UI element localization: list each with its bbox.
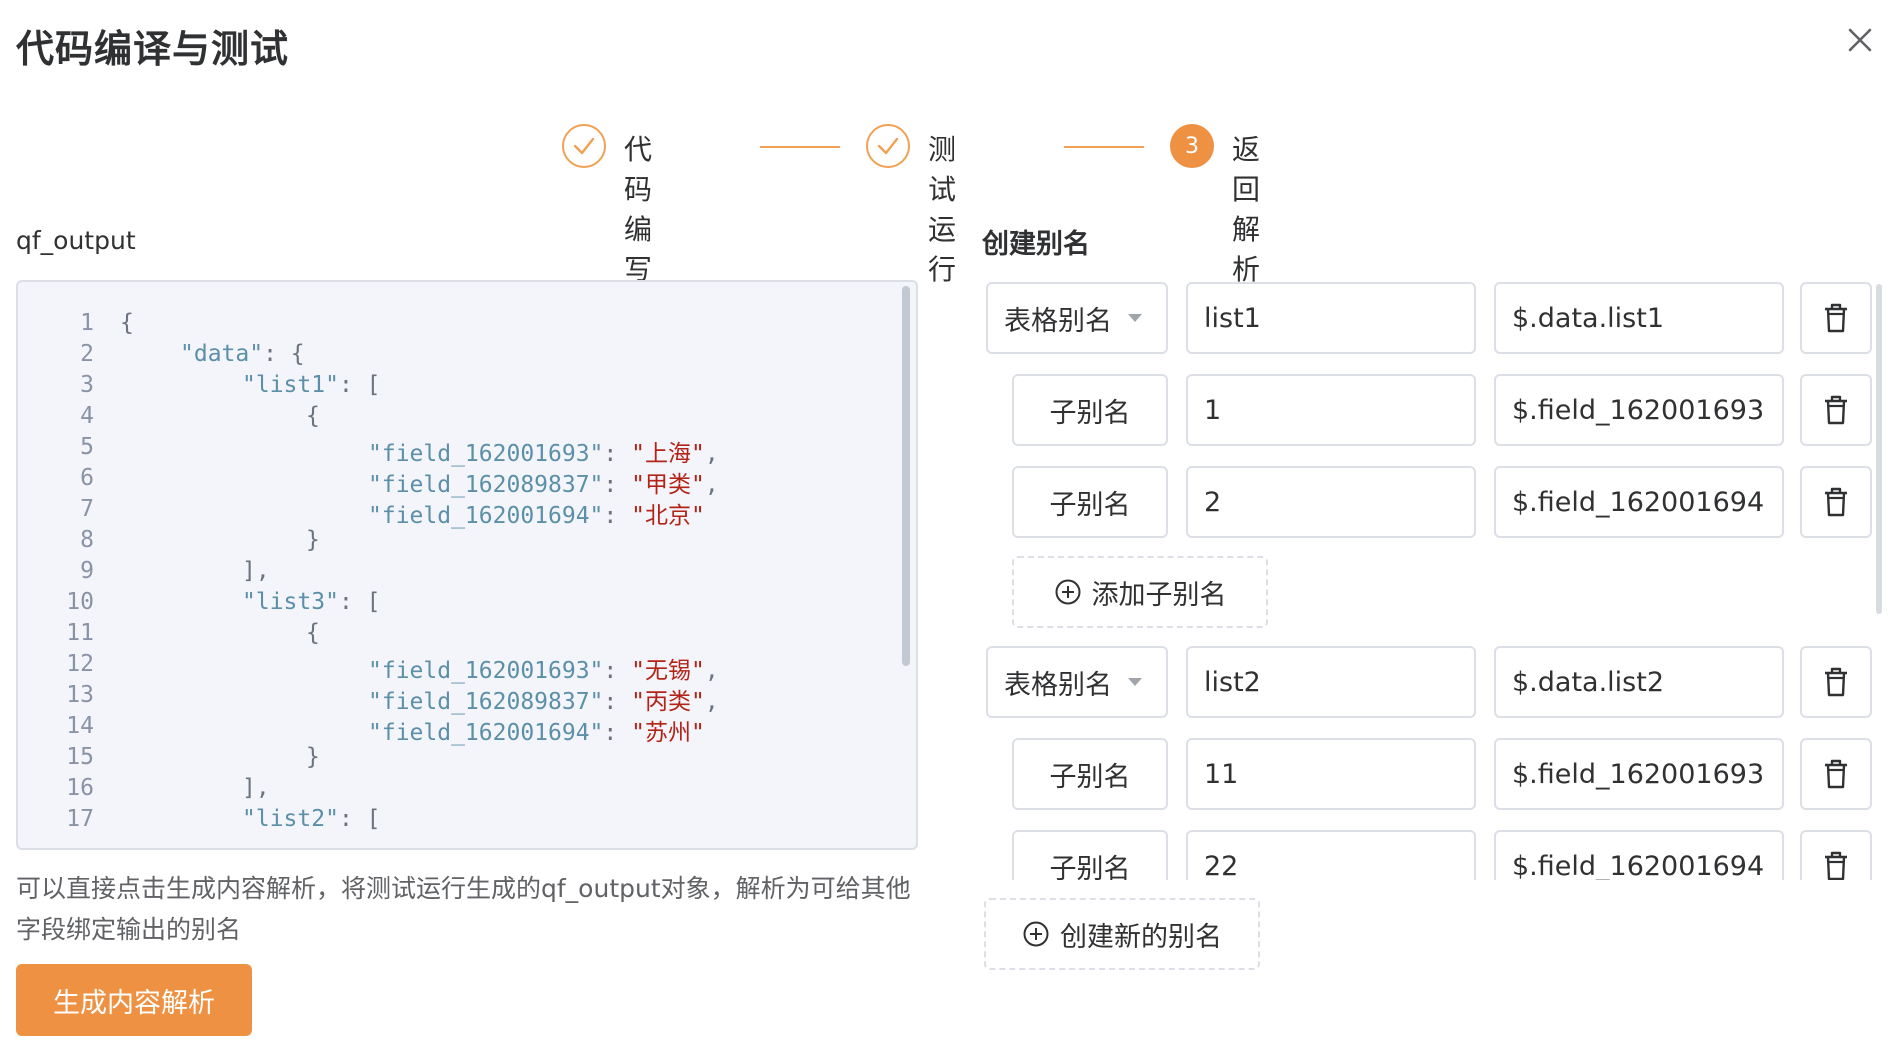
code-line: { [306,403,320,429]
code-line: "list2": [ [242,806,381,832]
alias-list: 表格别名 list1 $.data.list1 子别名 1 $.field_16… [982,278,1882,880]
trash-icon [1825,303,1847,333]
step-divider [1064,146,1144,148]
caret-down-icon [1128,678,1142,686]
parse-hint: 可以直接点击生成内容解析，将测试运行生成的qf_output对象，解析为可给其他… [16,874,911,944]
step-2-check-icon [866,124,910,168]
step-3-label: 返回解析 [1232,133,1261,286]
step-divider [760,146,840,148]
sub-alias-path-input[interactable]: $.field_162001694 [1494,830,1784,880]
line-number: 16 [66,775,94,801]
output-label: qf_output [16,226,136,255]
step-3-number: 3 [1170,124,1214,168]
code-line: "list1": [ [242,372,381,398]
add-sub-alias-button[interactable]: 添加子别名 [1012,556,1268,628]
alias-name-input[interactable]: list2 [1186,646,1476,718]
editor-scrollbar[interactable] [902,286,910,666]
trash-icon [1825,667,1847,697]
line-number: 8 [80,527,94,553]
trash-icon [1825,851,1847,880]
alias-name-input[interactable]: list1 [1186,282,1476,354]
create-alias-label: 创建新的别名 [1060,921,1222,953]
delete-sub-alias-button[interactable] [1800,466,1872,538]
line-number: 7 [80,496,94,522]
line-number: 11 [66,620,94,646]
line-number: 15 [66,744,94,770]
delete-alias-button[interactable] [1800,646,1872,718]
sub-alias-path-input[interactable]: $.field_162001693 [1494,738,1784,810]
code-line: { [120,310,134,336]
delete-sub-alias-button[interactable] [1800,374,1872,446]
delete-alias-button[interactable] [1800,282,1872,354]
code-line: "field_162001694": "北京" [368,503,705,529]
alias-path-input[interactable]: $.data.list2 [1494,646,1784,718]
trash-icon [1825,759,1847,789]
generate-parse-button[interactable]: 生成内容解析 [16,964,252,1036]
delete-sub-alias-button[interactable] [1800,830,1872,880]
code-line: "field_162001693": "上海", [368,441,719,467]
code-line: ], [242,775,270,801]
sub-alias-name-input[interactable]: 22 [1186,830,1476,880]
sub-alias-button[interactable]: 子别名 [1012,830,1168,880]
sub-alias-button[interactable]: 子别名 [1012,466,1168,538]
sub-alias-name-input[interactable]: 1 [1186,374,1476,446]
step-1-label: 代码编写 [624,133,653,286]
code-line: "field_162089837": "甲类", [368,472,719,498]
code-line: { [306,620,320,646]
dialog-title: 代码编译与测试 [16,27,290,71]
code-line: "field_162089837": "丙类", [368,689,719,715]
trash-icon [1825,487,1847,517]
line-number: 10 [66,589,94,615]
table-alias-label: 表格别名 [1004,305,1112,337]
alias-path-input[interactable]: $.data.list1 [1494,282,1784,354]
line-number: 12 [66,651,94,677]
add-sub-alias-label: 添加子别名 [1091,579,1227,611]
table-alias-label: 表格别名 [1004,669,1112,701]
line-number: 13 [66,682,94,708]
sub-alias-path-input[interactable]: $.field_162001694 [1494,466,1784,538]
line-number: 3 [80,372,94,398]
line-number: 14 [66,713,94,739]
alias-list-scrollbar[interactable] [1876,284,1882,614]
alias-panel-title: 创建别名 [982,229,1090,260]
sub-alias-name-input[interactable]: 11 [1186,738,1476,810]
code-line: "list3": [ [242,589,381,615]
sub-alias-path-input[interactable]: $.field_162001693 [1494,374,1784,446]
code-line: "data": { [180,341,305,367]
code-line: "field_162001693": "无锡", [368,658,719,684]
line-number: 4 [80,403,94,429]
code-line: } [306,744,320,770]
table-alias-select[interactable]: 表格别名 [986,646,1168,718]
caret-down-icon [1128,314,1142,322]
line-number: 1 [80,310,94,336]
sub-alias-button[interactable]: 子别名 [1012,738,1168,810]
code-editor[interactable]: 1 { 2 "data": { 3 "list1": [ 4 { 5 "field_162… [16,280,918,850]
step-1-check-icon [562,124,606,168]
trash-icon [1825,395,1847,425]
code-line: } [306,527,320,553]
plus-circle-icon [1023,921,1049,947]
create-alias-button[interactable]: 创建新的别名 [984,898,1260,970]
line-number: 2 [80,341,94,367]
line-number: 6 [80,465,94,491]
line-number: 9 [80,558,94,584]
close-icon[interactable] [1838,18,1882,62]
plus-circle-icon [1055,579,1080,605]
code-line: "field_162001694": "苏州" [368,720,705,746]
line-number: 5 [80,434,94,460]
sub-alias-button[interactable]: 子别名 [1012,374,1168,446]
step-2-label: 测试运行 [928,133,957,286]
sub-alias-name-input[interactable]: 2 [1186,466,1476,538]
table-alias-select[interactable]: 表格别名 [986,282,1168,354]
delete-sub-alias-button[interactable] [1800,738,1872,810]
code-line: ], [242,558,270,584]
line-number: 17 [66,806,94,832]
